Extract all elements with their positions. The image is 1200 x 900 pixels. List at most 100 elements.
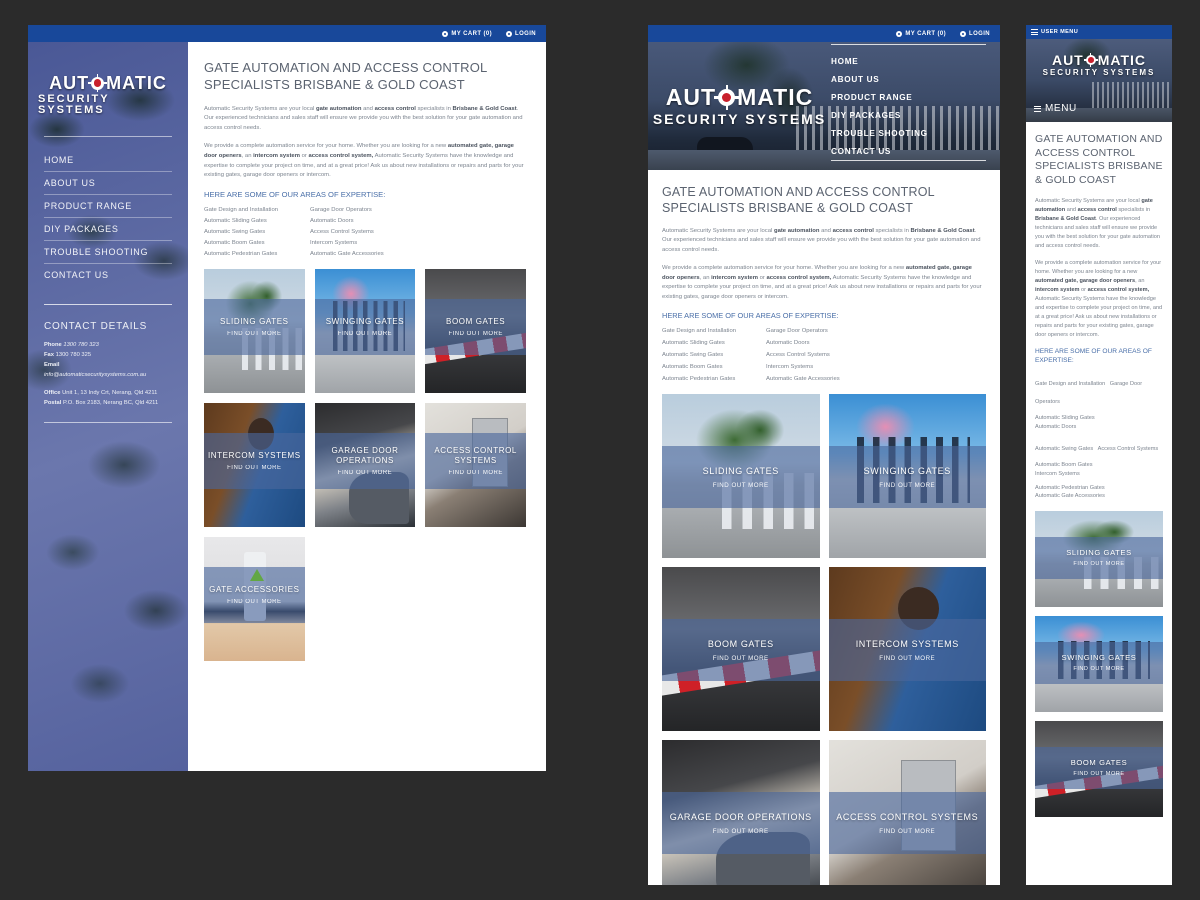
card-title: BOOM GATES	[707, 638, 774, 649]
service-item[interactable]: Automatic Swing Gates	[1035, 446, 1093, 452]
nav-item-contact-us[interactable]: CONTACT US	[831, 142, 986, 160]
card-subtitle: FIND OUT MORE	[879, 482, 936, 490]
card-boom-gates[interactable]: BOOM GATES FIND OUT MORE	[1035, 720, 1163, 817]
p1-bold-2: access control	[1077, 206, 1117, 213]
service-item[interactable]: Automatic Boom Gates	[1035, 461, 1163, 469]
service-item[interactable]: Gate Design and Installation	[662, 328, 766, 334]
p1-bold-1: gate automation	[315, 105, 362, 112]
card-access-control-systems[interactable]: ACCESS CONTROL SYSTEMS FIND OUT MORE	[425, 402, 526, 527]
service-item[interactable]: Gate Design and Installation	[1035, 381, 1105, 387]
nav-item-about-us[interactable]: ABOUT US	[831, 70, 986, 88]
card-access-control-systems[interactable]: ACCESS CONTROL SYSTEMS FIND OUT MORE	[828, 740, 986, 885]
logo-text-part2: MATIC	[1097, 52, 1147, 68]
service-item[interactable]: Automatic Swing Gates	[662, 352, 766, 358]
service-item[interactable]: Automatic Pedestrian Gates	[204, 251, 310, 257]
services-list: Gate Design and Installation Garage Door…	[1035, 372, 1163, 500]
service-item[interactable]: Automatic Swing Gates	[204, 229, 310, 235]
site-logo[interactable]: AUT MATIC SECURITY SYSTEMS	[1026, 39, 1172, 77]
tablet-main-content: GATE AUTOMATION AND ACCESS CONTROL SPECI…	[648, 170, 1000, 885]
p2-seg-c: , an	[699, 274, 712, 281]
cart-icon	[442, 30, 449, 37]
card-garage-door-operations[interactable]: GARAGE DOOR OPERATIONS FIND OUT MORE	[662, 740, 820, 885]
logo-subtitle: SECURITY SYSTEMS	[652, 111, 827, 127]
tablet-hero-header: AUT MATIC SECURITY SYSTEMS HOME ABOUT US…	[648, 42, 1000, 170]
office-value: Unit 1, 13 Indy Crt, Nerang, Qld 4211	[62, 389, 158, 396]
site-logo[interactable]: AUT MATIC SECURITY SYSTEMS	[648, 85, 831, 127]
services-list: Gate Design and Installation Garage Door…	[204, 207, 526, 257]
contact-email-row: Email info@automaticsecuritysystems.com.…	[44, 360, 172, 380]
fax-label: Fax	[44, 352, 54, 359]
service-item[interactable]: Access Control Systems	[310, 229, 526, 235]
card-boom-gates[interactable]: BOOM GATES FIND OUT MORE	[662, 567, 820, 732]
card-intercom-systems[interactable]: INTERCOM SYSTEMS FIND OUT MORE	[828, 567, 986, 732]
tablet-nav: HOME ABOUT US PRODUCT RANGE DIY PACKAGES…	[831, 44, 1000, 168]
postal-label: Postal	[44, 399, 62, 406]
service-item[interactable]: Intercom Systems	[310, 240, 526, 246]
card-title: GATE ACCESSORIES	[209, 584, 300, 594]
service-item[interactable]: Intercom Systems	[1035, 470, 1163, 478]
card-garage-door-operations[interactable]: GARAGE DOOR OPERATIONS FIND OUT MORE	[314, 402, 416, 527]
sidebar-item-trouble-shooting[interactable]: TROUBLE SHOOTING	[44, 241, 172, 264]
card-subtitle: FIND OUT MORE	[227, 330, 282, 337]
card-sliding-gates[interactable]: SLIDING GATES FIND OUT MORE	[204, 268, 305, 393]
logo-subtitle: SECURITY SYSTEMS	[38, 93, 110, 116]
card-swinging-gates[interactable]: SWINGING GATES FIND OUT MORE	[314, 268, 416, 393]
service-item[interactable]: Automatic Sliding Gates	[204, 218, 310, 224]
service-item[interactable]: Automatic Doors	[766, 340, 986, 346]
nav-item-trouble-shooting[interactable]: TROUBLE SHOOTING	[831, 124, 986, 142]
sidebar-item-diy-packages[interactable]: DIY PACKAGES	[44, 218, 172, 241]
service-item[interactable]: Automatic Sliding Gates	[662, 340, 766, 346]
card-intercom-systems[interactable]: INTERCOM SYSTEMS FIND OUT MORE	[204, 402, 305, 527]
email-value[interactable]: info@automaticsecuritysystems.com.au	[44, 370, 172, 380]
card-subtitle: FIND OUT MORE	[337, 469, 393, 476]
target-crosshair-icon	[88, 73, 108, 93]
p2-seg-a: We provide a complete automation service…	[662, 265, 906, 272]
p2-bold-3: access control system,	[766, 274, 832, 281]
service-item[interactable]: Automatic Boom Gates	[204, 240, 310, 246]
service-item[interactable]: Automatic Pedestrian Gates	[662, 376, 766, 382]
card-title: SLIDING GATES	[702, 465, 779, 476]
sidebar-item-about-us[interactable]: ABOUT US	[44, 172, 172, 195]
service-item[interactable]: Automatic Gate Accessories	[310, 251, 526, 257]
service-item[interactable]: Access Control Systems	[1098, 446, 1159, 452]
mobile-menu-button[interactable]: MENU	[1034, 103, 1077, 114]
sidebar-item-product-range[interactable]: PRODUCT RANGE	[44, 195, 172, 218]
card-swinging-gates[interactable]: SWINGING GATES FIND OUT MORE	[1035, 615, 1163, 712]
p1-bold-2: access control	[374, 105, 416, 112]
service-item[interactable]: Automatic Gate Accessories	[1035, 492, 1163, 500]
card-boom-gates[interactable]: BOOM GATES FIND OUT MORE	[425, 268, 526, 393]
site-logo[interactable]: AUT MATIC SECURITY SYSTEMS	[28, 56, 188, 130]
card-gate-accessories[interactable]: GATE ACCESSORIES FIND OUT MORE	[204, 536, 305, 661]
my-cart-button[interactable]: MY CART (0)	[896, 30, 946, 37]
service-item[interactable]: Intercom Systems	[766, 364, 986, 370]
mobile-user-menu-bar[interactable]: USER MENU	[1026, 25, 1172, 39]
login-button[interactable]: LOGIN	[960, 30, 990, 37]
service-item[interactable]: Automatic Pedestrian Gates	[1035, 484, 1163, 492]
service-item[interactable]: Automatic Doors	[1035, 423, 1163, 431]
contact-details-title: CONTACT DETAILS	[44, 321, 148, 332]
service-item[interactable]: Automatic Gate Accessories	[766, 376, 986, 382]
nav-item-product-range[interactable]: PRODUCT RANGE	[831, 88, 986, 106]
service-item[interactable]: Gate Design and Installation	[204, 207, 310, 213]
card-swinging-gates[interactable]: SWINGING GATES FIND OUT MORE	[828, 394, 986, 559]
service-item[interactable]: Garage Door Operators	[766, 328, 986, 334]
service-item[interactable]: Automatic Doors	[310, 218, 526, 224]
tablet-topbar: MY CART (0) LOGIN	[648, 25, 1000, 42]
p1-bold-3: Brisbane & Gold Coast	[910, 227, 975, 234]
service-item[interactable]: Access Control Systems	[766, 352, 986, 358]
sidebar-item-home[interactable]: HOME	[44, 149, 172, 172]
contact-fax-row: Fax 1300 780 325	[44, 350, 172, 360]
service-item[interactable]: Garage Door Operators	[310, 207, 526, 213]
login-button[interactable]: LOGIN	[506, 30, 536, 37]
card-sliding-gates[interactable]: SLIDING GATES FIND OUT MORE	[662, 394, 820, 559]
logo-divider	[44, 136, 172, 137]
sidebar-item-contact-us[interactable]: CONTACT US	[44, 264, 172, 286]
my-cart-button[interactable]: MY CART (0)	[442, 30, 492, 37]
nav-item-home[interactable]: HOME	[831, 52, 986, 70]
service-item[interactable]: Automatic Sliding Gates	[1035, 414, 1163, 422]
service-item[interactable]: Automatic Boom Gates	[662, 364, 766, 370]
card-sliding-gates[interactable]: SLIDING GATES FIND OUT MORE	[1035, 510, 1163, 607]
phone-value[interactable]: 1300 780 323	[63, 342, 98, 348]
nav-item-diy-packages[interactable]: DIY PACKAGES	[831, 106, 986, 124]
contact-office-row: Office Unit 1, 13 Indy Crt, Nerang, Qld …	[44, 388, 172, 398]
